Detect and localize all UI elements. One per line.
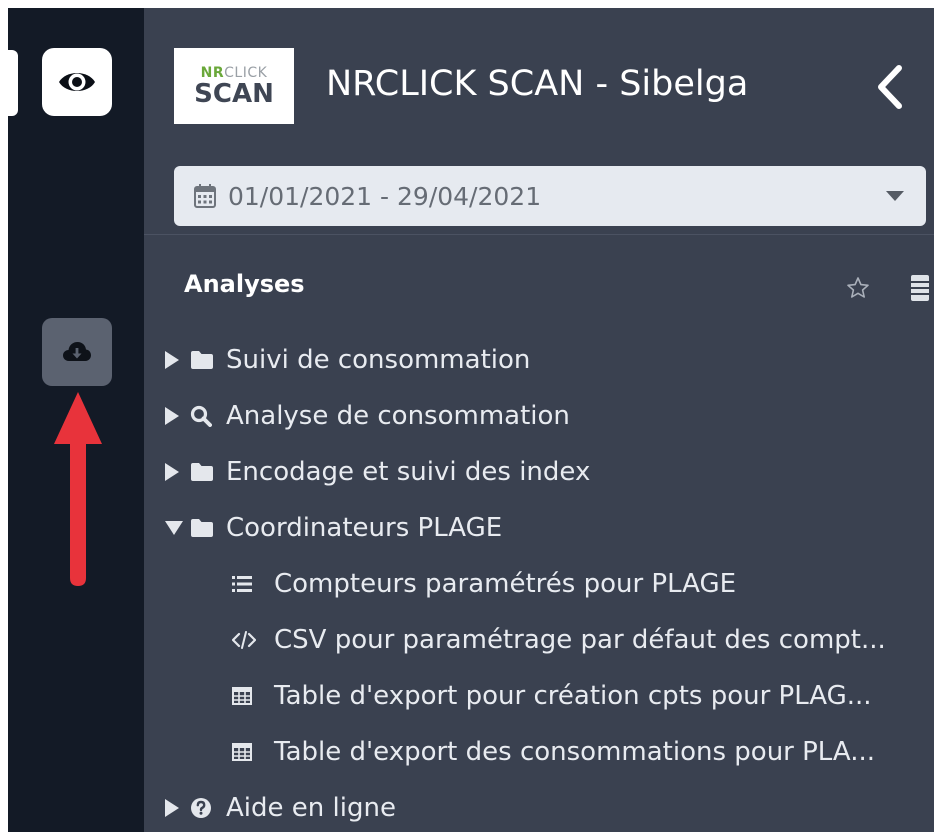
caret-right-icon[interactable] — [164, 788, 190, 828]
date-range-value: 01/01/2021 - 29/04/2021 — [228, 181, 542, 211]
code-icon — [232, 620, 274, 660]
red-up-arrow-annotation — [54, 392, 102, 586]
help-icon — [190, 788, 226, 828]
logo-line1: NRCLICK — [201, 66, 268, 80]
search-icon — [190, 396, 226, 436]
folder-icon — [190, 508, 226, 548]
tree-item-label: Suivi de consommation — [226, 345, 531, 375]
list-icon — [232, 564, 274, 604]
tree-leaf-table-export-consommations[interactable]: Table d'export des consommations pour PL… — [232, 732, 875, 772]
app-frame: NRCLICK SCAN NRCLICK SCAN - Sibelga 01/0… — [8, 8, 934, 832]
tree-leaf-label: Compteurs paramétrés pour PLAGE — [274, 569, 737, 599]
view-button[interactable] — [42, 48, 112, 116]
caret-down-icon[interactable] — [164, 508, 190, 548]
tree-item-encodage-index[interactable]: Encodage et suivi des index — [164, 452, 590, 492]
tree-item-label: Encodage et suivi des index — [226, 457, 591, 487]
nrclick-scan-logo: NRCLICK SCAN — [174, 48, 294, 124]
database-button[interactable] — [910, 274, 930, 306]
tree-leaf-label: Table d'export pour création cpts pour P… — [274, 681, 872, 711]
collapse-panel-button[interactable] — [874, 64, 906, 114]
tree-leaf-compteurs-parametres[interactable]: Compteurs paramétrés pour PLAGE — [232, 564, 736, 604]
chevron-left-icon — [878, 65, 902, 109]
divider — [144, 234, 934, 235]
tree-item-coordinateurs-plage[interactable]: Coordinateurs PLAGE — [164, 508, 502, 548]
tree-item-label: Analyse de consommation — [226, 401, 570, 431]
caret-right-icon[interactable] — [164, 452, 190, 492]
favorite-button[interactable] — [846, 276, 870, 304]
tree-leaf-table-export-creation[interactable]: Table d'export pour création cpts pour P… — [232, 676, 872, 716]
calendar-icon — [194, 184, 216, 208]
analyses-panel: NRCLICK SCAN NRCLICK SCAN - Sibelga 01/0… — [144, 8, 934, 832]
caret-right-icon[interactable] — [164, 396, 190, 436]
tree-item-aide-en-ligne[interactable]: Aide en ligne — [164, 788, 396, 828]
cloud-download-icon — [63, 342, 91, 361]
caret-down-icon — [886, 191, 904, 201]
icon-rail — [8, 8, 144, 832]
star-icon — [847, 277, 869, 298]
tree-item-label: Coordinateurs PLAGE — [226, 513, 503, 543]
tree-item-suivi-consommation[interactable]: Suivi de consommation — [164, 340, 530, 380]
folder-icon — [190, 340, 226, 380]
cloud-download-button[interactable] — [42, 318, 112, 386]
tree-item-label: Aide en ligne — [226, 793, 396, 823]
rail-tab[interactable] — [8, 50, 18, 116]
database-icon — [911, 275, 929, 301]
app-title: NRCLICK SCAN - Sibelga — [326, 64, 749, 104]
tree-leaf-label: Table d'export des consommations pour PL… — [274, 737, 876, 767]
tree-leaf-csv-parametrage[interactable]: CSV pour paramétrage par défaut des comp… — [232, 620, 886, 660]
tree-leaf-label: CSV pour paramétrage par défaut des comp… — [274, 625, 886, 655]
table-icon — [232, 732, 274, 772]
caret-right-icon[interactable] — [164, 340, 190, 380]
section-title: Analyses — [184, 270, 305, 298]
date-range-select[interactable]: 01/01/2021 - 29/04/2021 — [174, 166, 926, 226]
eye-icon — [59, 73, 95, 91]
folder-icon — [190, 452, 226, 492]
table-icon — [232, 676, 274, 716]
tree-item-analyse-consommation[interactable]: Analyse de consommation — [164, 396, 570, 436]
logo-scan: SCAN — [194, 78, 274, 109]
